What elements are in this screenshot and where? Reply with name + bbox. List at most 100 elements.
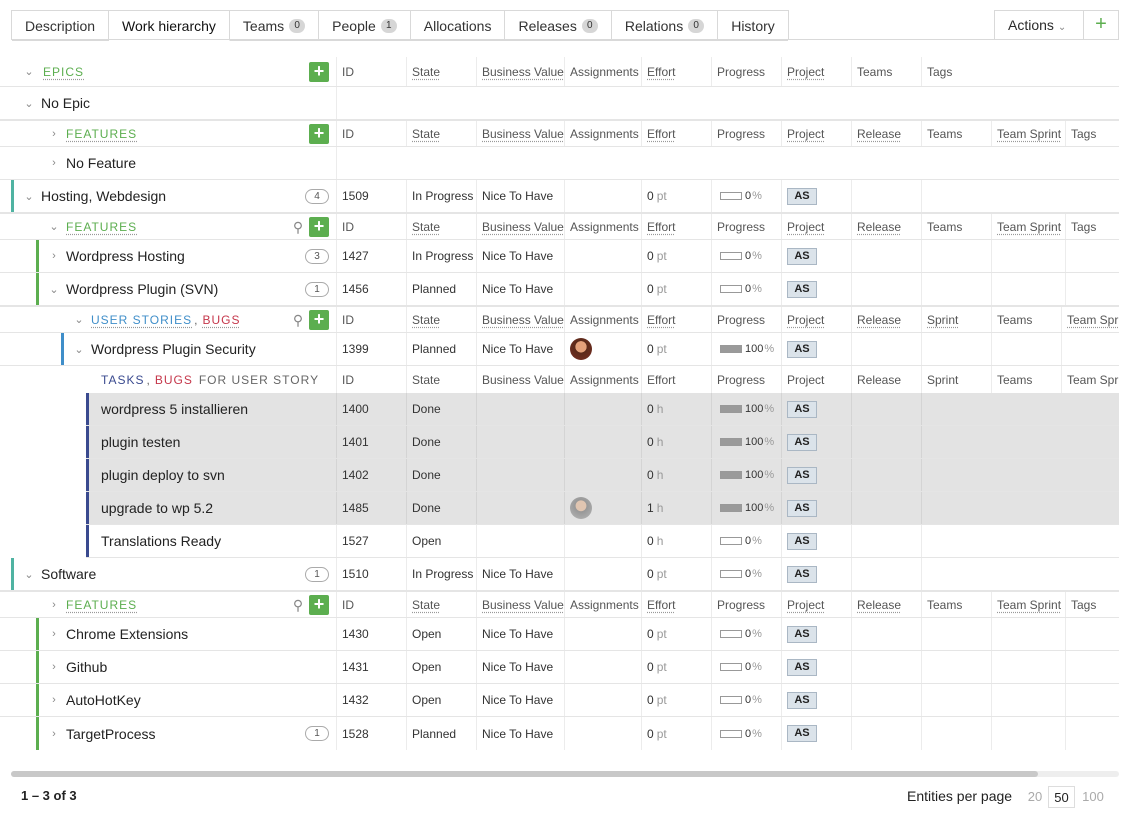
cell-effort[interactable]: 0h [641, 459, 711, 491]
col-effort[interactable]: Effort [641, 366, 711, 393]
entity-name[interactable]: Hosting, Webdesign [41, 188, 166, 204]
entity-name[interactable]: plugin testen [101, 434, 180, 450]
cell-assignments[interactable] [564, 333, 641, 365]
cell-assignments[interactable] [564, 525, 641, 557]
cell-team-sprint[interactable] [1061, 333, 1119, 365]
cell-release[interactable] [851, 717, 921, 750]
drag-handle[interactable] [11, 558, 14, 590]
chevron-right-icon[interactable]: › [47, 128, 61, 140]
col-id[interactable]: ID [336, 57, 406, 86]
drag-handle[interactable] [36, 273, 39, 305]
col-team-sprint[interactable]: Team Sprint [991, 592, 1065, 617]
col-state[interactable]: State [406, 592, 476, 617]
col-id[interactable]: ID [336, 592, 406, 617]
col-tags[interactable]: Tags [921, 57, 991, 86]
cell-tags[interactable] [921, 180, 1119, 212]
no-feature-row[interactable]: › No Feature [0, 147, 1119, 180]
epic-row[interactable]: ⌄ Hosting, Webdesign 4 1509 In Progress … [0, 180, 1119, 213]
col-assignments[interactable]: Assignments [564, 366, 641, 393]
cell-release[interactable] [851, 426, 921, 458]
drag-handle[interactable] [61, 333, 64, 365]
col-release[interactable]: Release [851, 366, 921, 393]
cell-team-sprint[interactable] [991, 240, 1065, 272]
col-tags[interactable]: Tags [1065, 121, 1119, 146]
cell-project[interactable]: AS [781, 426, 851, 458]
col-sprint[interactable]: Sprint [921, 366, 991, 393]
col-project[interactable]: Project [781, 57, 851, 86]
col-teams[interactable]: Teams [991, 366, 1061, 393]
cell-business-value[interactable]: Nice To Have [476, 273, 564, 305]
col-teams[interactable]: Teams [921, 214, 991, 239]
actions-button[interactable]: Actions ⌄ [994, 10, 1084, 40]
cell-assignments[interactable] [564, 684, 641, 716]
cell-business-value[interactable]: Nice To Have [476, 558, 564, 590]
col-progress[interactable]: Progress [711, 121, 781, 146]
cell-team-sprint[interactable] [991, 273, 1065, 305]
avatar[interactable] [570, 497, 592, 519]
cell-effort[interactable]: 0h [641, 393, 711, 425]
cell-state[interactable]: Open [406, 618, 476, 650]
cell-project[interactable]: AS [781, 333, 851, 365]
add-feature-button[interactable]: + [309, 124, 329, 144]
cell-effort[interactable]: 1h [641, 492, 711, 524]
cell-business-value[interactable]: Nice To Have [476, 684, 564, 716]
cell-state[interactable]: Planned [406, 717, 476, 750]
project-badge[interactable]: AS [787, 340, 817, 358]
cell-assignments[interactable] [564, 459, 641, 491]
search-icon[interactable]: ⚲ [288, 217, 308, 237]
cell-assignments[interactable] [564, 240, 641, 272]
cell-effort[interactable]: 0 pt [641, 333, 711, 365]
col-team-sprint[interactable]: Team Sprint [991, 121, 1065, 146]
col-project[interactable]: Project [781, 307, 851, 332]
cell-effort[interactable]: 0 pt [641, 651, 711, 683]
col-assignments[interactable]: Assignments [564, 121, 641, 146]
col-teams[interactable]: Teams [921, 121, 991, 146]
entity-name[interactable]: Github [66, 659, 107, 675]
entity-name[interactable]: plugin deploy to svn [101, 467, 225, 483]
drag-handle[interactable] [11, 180, 14, 212]
cell-release[interactable] [851, 273, 921, 305]
chevron-right-icon[interactable]: › [47, 250, 61, 262]
cell-assignments[interactable] [564, 618, 641, 650]
no-epic-row[interactable]: ⌄ No Epic [0, 87, 1119, 120]
col-business-value[interactable]: Business Value [476, 366, 564, 393]
epic-row[interactable]: ⌄ Software 1 1510 In Progress Nice To Ha… [0, 558, 1119, 591]
chevron-down-icon[interactable]: ⌄ [22, 97, 36, 110]
cell-tags[interactable] [1065, 618, 1119, 650]
chevron-right-icon[interactable]: › [47, 628, 61, 640]
cell-assignments[interactable] [564, 558, 641, 590]
entity-name[interactable]: Wordpress Plugin Security [91, 341, 256, 357]
search-icon[interactable]: ⚲ [288, 310, 308, 330]
col-state[interactable]: State [406, 121, 476, 146]
project-badge[interactable]: AS [787, 466, 817, 484]
cell-teams[interactable] [991, 333, 1061, 365]
col-release[interactable]: Release [851, 592, 921, 617]
cell-tags[interactable] [1065, 717, 1119, 750]
cell-release[interactable] [851, 651, 921, 683]
cell-assignments[interactable] [564, 273, 641, 305]
user-story-row[interactable]: ⌄ Wordpress Plugin Security 1399 Planned… [0, 333, 1119, 366]
chevron-down-icon[interactable]: ⌄ [72, 343, 86, 356]
drag-handle[interactable] [86, 525, 89, 557]
chevron-right-icon[interactable]: › [47, 599, 61, 611]
chevron-right-icon[interactable]: › [47, 661, 61, 673]
cell-tags[interactable] [921, 558, 1119, 590]
cell-project[interactable]: AS [781, 684, 851, 716]
tab-teams[interactable]: Teams 0 [229, 11, 320, 41]
drag-handle[interactable] [86, 492, 89, 524]
col-progress[interactable]: Progress [711, 214, 781, 239]
cell-teams[interactable] [921, 273, 991, 305]
col-teams[interactable]: Teams [921, 592, 991, 617]
cell-release[interactable] [851, 333, 921, 365]
project-badge[interactable]: AS [787, 499, 817, 517]
cell-effort[interactable]: 0 pt [641, 558, 711, 590]
feature-row[interactable]: ⌄ Wordpress Plugin (SVN) 1 1456 Planned … [0, 273, 1119, 306]
cell-teams[interactable] [921, 684, 991, 716]
project-badge[interactable]: AS [787, 400, 817, 418]
task-row[interactable]: upgrade to wp 5.2 1485 Done 1h 100% AS [86, 492, 1119, 525]
col-project[interactable]: Project [781, 592, 851, 617]
task-row[interactable]: Translations Ready 1527 Open 0h 0% AS [86, 525, 1119, 558]
chevron-right-icon[interactable]: › [47, 157, 61, 169]
add-epic-button[interactable]: + [309, 62, 329, 82]
tab-description[interactable]: Description [12, 11, 110, 41]
